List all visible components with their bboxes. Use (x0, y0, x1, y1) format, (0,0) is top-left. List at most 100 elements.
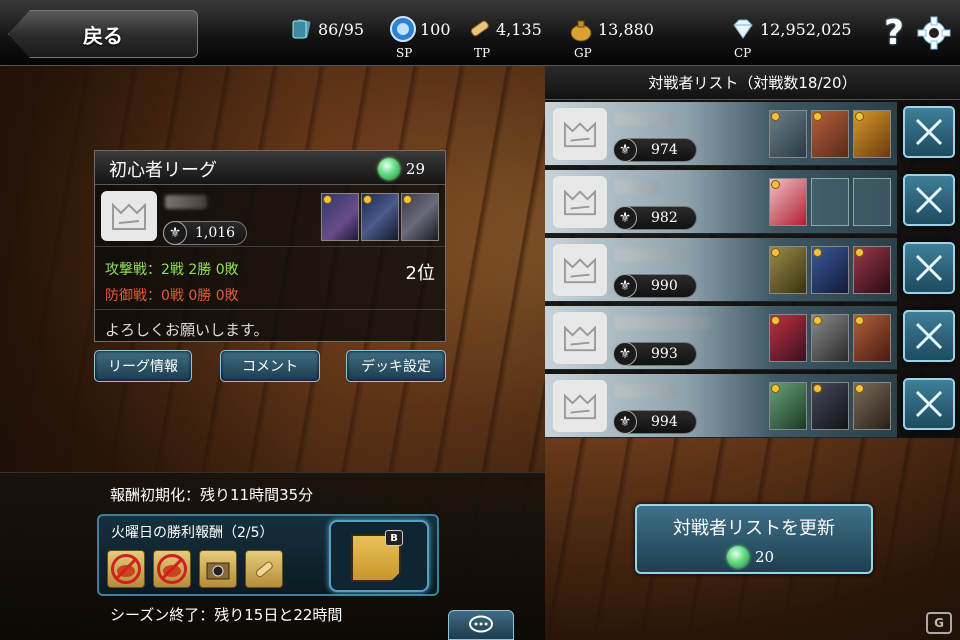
sp-orb-icon (390, 16, 416, 42)
gem-icon (727, 546, 749, 568)
help-button[interactable]: ? (880, 14, 908, 52)
fleur-de-lis-icon: ⚜ (613, 342, 637, 366)
gem-icon (377, 158, 400, 180)
gp-label: GP (574, 46, 592, 60)
avatar (553, 176, 607, 228)
opponent-card (811, 110, 849, 158)
opponent-card (853, 382, 891, 430)
opponent-card (811, 246, 849, 294)
opponent-card (853, 246, 891, 294)
empty-card-slot (811, 178, 849, 226)
money-bag-icon (568, 16, 594, 42)
opponent-row[interactable]: ⚜ 994 (545, 374, 897, 438)
opponent-rating: ⚜ 990 (613, 274, 697, 298)
battle-button[interactable] (903, 310, 955, 362)
deck-card-1[interactable] (321, 193, 359, 241)
battle-button[interactable] (903, 174, 955, 226)
opponent-name-blurred (615, 316, 711, 330)
avatar (553, 312, 607, 364)
deck-settings-button[interactable]: デッキ設定 (346, 350, 446, 382)
deck-card-2[interactable] (361, 193, 399, 241)
scroll-icon (466, 16, 492, 42)
fleur-de-lis-icon: ⚜ (613, 206, 637, 230)
gp-stat: 13,880 (568, 16, 654, 42)
opponent-name-blurred (615, 180, 659, 194)
refresh-cost: 20 (727, 546, 774, 568)
gp-value: 13,880 (598, 19, 654, 39)
opponent-card (769, 314, 807, 362)
comment-button[interactable]: コメント (220, 350, 320, 382)
opponent-card (853, 110, 891, 158)
chat-button[interactable] (448, 610, 514, 640)
cp-label: CP (734, 46, 752, 60)
opponent-rating-value: 993 (651, 346, 678, 362)
opponent-name-blurred (615, 112, 675, 126)
opponent-row[interactable]: ⚜ 982 (545, 170, 897, 234)
opponent-card (769, 382, 807, 430)
opponent-rating-value: 994 (651, 414, 678, 430)
opponent-name-blurred (615, 248, 685, 262)
cp-stat: 12,952,025 (730, 16, 852, 42)
card-pack-icon (199, 550, 237, 588)
tp-label: TP (474, 46, 491, 60)
opponent-card (811, 314, 849, 362)
fleur-de-lis-icon: ⚜ (613, 274, 637, 298)
opponent-row[interactable]: ⚜ 974 (545, 102, 897, 166)
crossed-swords-icon (915, 390, 943, 418)
gear-icon[interactable] (916, 15, 952, 51)
next-reward-card[interactable]: B (329, 520, 429, 592)
crossed-swords-icon (915, 186, 943, 214)
crossed-swords-icon (915, 322, 943, 350)
opponent-list: ⚜ 974 ⚜ 982 ⚜ 990 ⚜ 993 ⚜ 994 (545, 100, 960, 438)
refresh-opponents-button[interactable]: 対戦者リストを更新 20 (635, 504, 873, 574)
battle-button[interactable] (903, 378, 955, 430)
opponent-row[interactable]: ⚜ 990 (545, 238, 897, 302)
opponent-row[interactable]: ⚜ 993 (545, 306, 897, 370)
player-name-blurred (165, 195, 207, 209)
opponent-card (769, 178, 807, 226)
battle-button[interactable] (903, 242, 955, 294)
scroll-icon (245, 550, 283, 588)
opponent-rating: ⚜ 993 (613, 342, 697, 366)
daily-reward-box: 火曜日の勝利報酬（2/5） B (97, 514, 439, 596)
rarity-badge: B (385, 530, 403, 546)
prohibited-icon (111, 554, 141, 584)
top-bar: 戻る 86/95 100 SP 4,135 TP 13,880 GP 12,95… (0, 0, 960, 66)
league-header: 初心者リーグ 29 (95, 151, 445, 185)
opponent-rating: ⚜ 982 (613, 206, 697, 230)
divider (95, 309, 445, 310)
opponent-list-header: 対戦者リスト（対戦数18/20） (545, 66, 960, 100)
avatar (553, 108, 607, 160)
player-rating-value: 1,016 (195, 225, 236, 241)
deck-card-3[interactable] (401, 193, 439, 241)
sp-label: SP (396, 46, 413, 60)
opponent-card (769, 246, 807, 294)
sp-stat: 100 (390, 16, 451, 42)
back-button[interactable]: 戻る (8, 10, 198, 58)
season-end-text: シーズン終了：残り15日と22時間 (110, 606, 343, 624)
refresh-label: 対戦者リストを更新 (673, 518, 835, 539)
attack-record: 攻撃戦：2戦 2勝 0敗 (105, 262, 239, 278)
card-count-value: 86/95 (318, 19, 365, 39)
player-rating: ⚜ 1,016 (163, 221, 247, 245)
opponent-rating: ⚜ 974 (613, 138, 697, 162)
avatar[interactable] (101, 191, 157, 241)
diamond-icon (730, 16, 756, 42)
opponent-name-blurred (615, 384, 677, 398)
opponent-card (853, 314, 891, 362)
card-count: 86/95 (288, 16, 364, 42)
tp-stat: 4,135 (466, 16, 542, 42)
reward-title: 火曜日の勝利報酬（2/5） (111, 525, 274, 541)
opponent-card (811, 382, 849, 430)
league-title: 初心者リーグ (109, 160, 217, 181)
battle-button[interactable] (903, 106, 955, 158)
crossed-swords-icon (915, 254, 943, 282)
cp-value: 12,952,025 (760, 19, 852, 39)
avatar (553, 380, 607, 432)
reward-icon-claimed-1 (107, 550, 145, 588)
league-info-button[interactable]: リーグ情報 (94, 350, 192, 382)
prohibited-icon (157, 554, 187, 584)
cards-icon (288, 16, 314, 42)
watermark-logo: G (926, 612, 952, 634)
league-rank: 2位 (405, 263, 435, 284)
